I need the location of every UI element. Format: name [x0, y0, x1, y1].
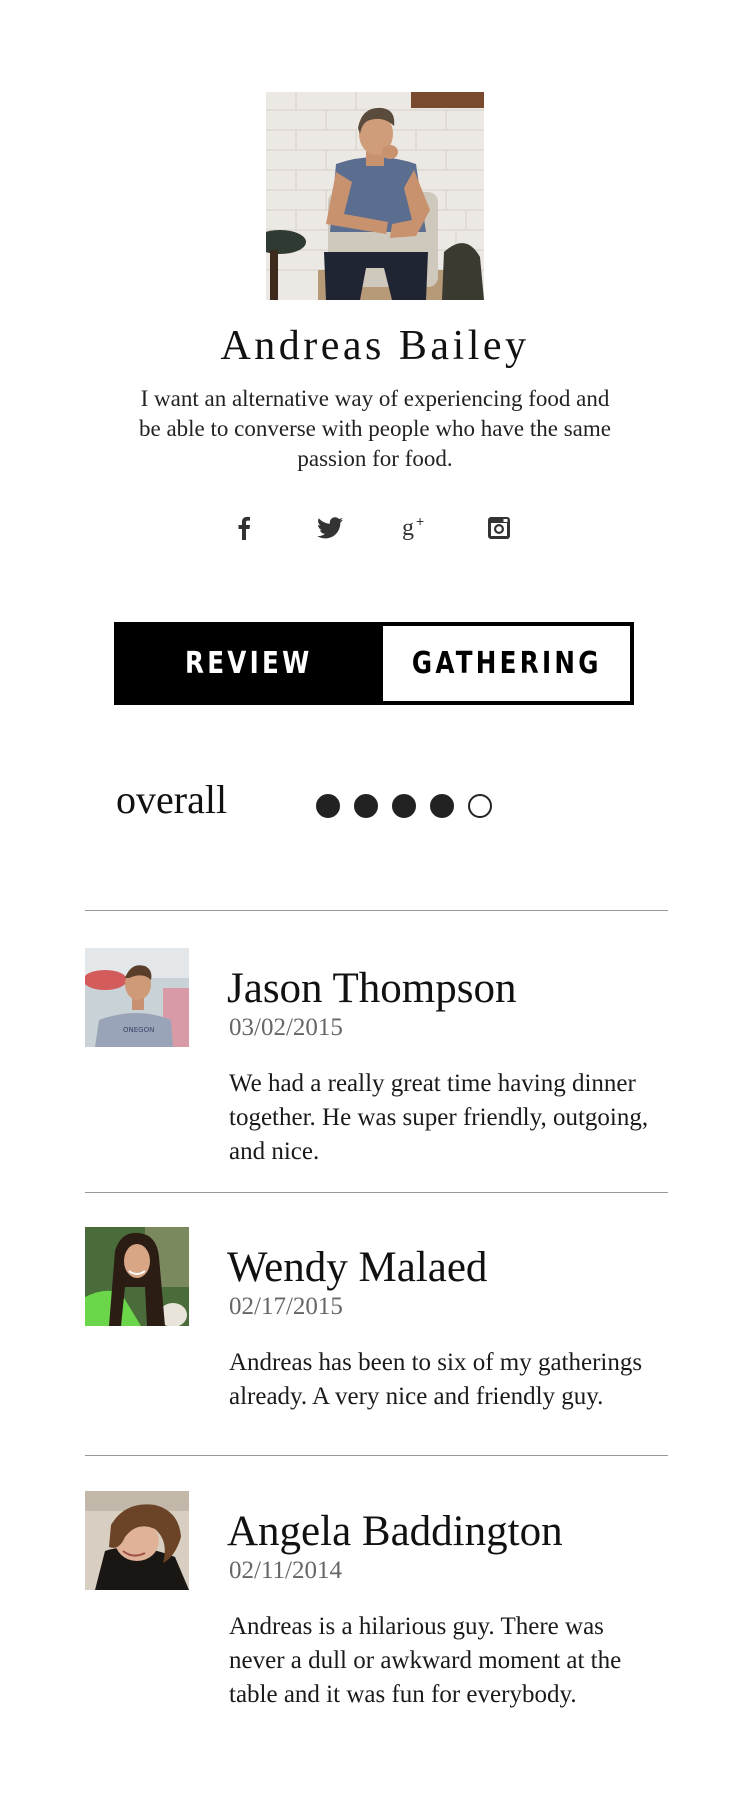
review-date: 03/02/2015	[229, 1014, 343, 1041]
tab-gathering-label: GATHERING	[411, 646, 602, 681]
instagram-icon[interactable]	[481, 510, 517, 546]
divider	[85, 1455, 668, 1456]
facebook-icon[interactable]	[226, 510, 262, 546]
profile-name: Andreas Bailey	[220, 323, 530, 369]
reviewer-name[interactable]: Wendy Malaed	[227, 1243, 487, 1292]
review-text: We had a really great time having dinner…	[229, 1070, 649, 1165]
divider	[85, 910, 668, 911]
svg-text:ONEGON: ONEGON	[123, 1026, 154, 1034]
divider	[85, 1192, 668, 1193]
reviewer-avatar[interactable]: ONEGON	[85, 948, 189, 1047]
tab-gathering[interactable]: GATHERING	[380, 626, 630, 701]
review-date: 02/11/2014	[229, 1557, 342, 1584]
svg-text:+: +	[416, 515, 424, 529]
reviewer-avatar[interactable]	[85, 1491, 189, 1590]
review-date: 02/17/2015	[229, 1293, 343, 1320]
tab-review[interactable]: REVIEW	[118, 626, 380, 701]
tab-review-label: REVIEW	[185, 646, 313, 681]
rating-dot-empty	[468, 794, 492, 818]
svg-text:g: g	[402, 515, 414, 541]
rating-dot-filled	[354, 794, 378, 818]
profile-photo	[266, 92, 484, 300]
tab-bar: REVIEW GATHERING	[114, 622, 634, 705]
review-text: Andreas is a hilarious guy. There was ne…	[229, 1613, 622, 1708]
rating-dot-filled	[316, 794, 340, 818]
rating-dot-filled	[430, 794, 454, 818]
overall-label: overall	[116, 777, 228, 822]
review-text: Andreas has been to six of my gatherings…	[229, 1349, 643, 1410]
reviewer-name[interactable]: Jason Thompson	[227, 964, 516, 1013]
overall-rating	[316, 794, 492, 818]
reviewer-name[interactable]: Angela Baddington	[227, 1507, 563, 1556]
google-plus-icon[interactable]: g +	[398, 510, 434, 546]
profile-page: Andreas Bailey I want an alternative way…	[0, 0, 750, 1809]
profile-bio: I want an alternative way of experiencin…	[139, 386, 611, 471]
rating-dot-filled	[392, 794, 416, 818]
twitter-icon[interactable]	[312, 510, 348, 546]
reviewer-avatar[interactable]	[85, 1227, 189, 1326]
